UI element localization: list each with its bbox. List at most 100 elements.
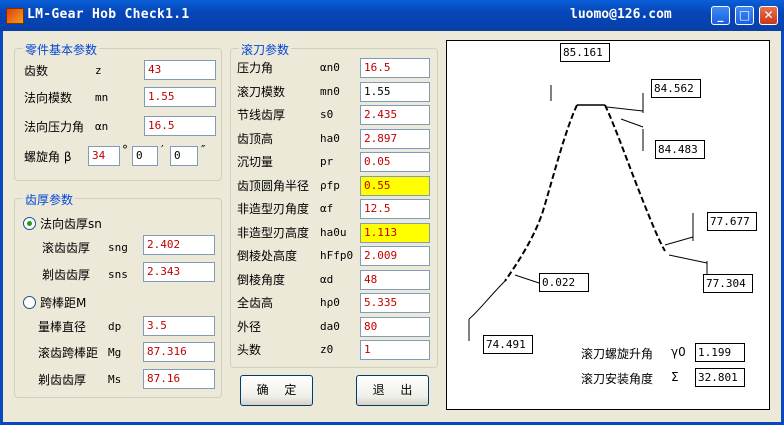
hob-param-symbol: ha0u: [320, 226, 347, 239]
hob-param-symbol: hρ0: [320, 296, 340, 309]
hob-param-input[interactable]: 2.897: [360, 129, 430, 149]
right-upper-value: 84.483: [655, 140, 705, 159]
helix-angle-label: 螺旋角 β: [24, 150, 72, 164]
hob-param-input[interactable]: 2.009: [360, 246, 430, 266]
title-bar: LM-Gear Hob Check1.1 luomo@126.com _ □ ✕: [0, 0, 784, 31]
hob-param-label: 沉切量: [237, 155, 274, 169]
normal-module-input[interactable]: 1.55: [144, 87, 216, 107]
hobbing-thickness-label: 滚齿齿厚: [42, 241, 91, 255]
group-title: 齿厚参数: [23, 191, 76, 208]
right-mid-upper-value: 77.677: [707, 212, 757, 231]
hobbing-thickness-input[interactable]: 2.402: [143, 235, 215, 255]
hobbing-pin-distance-input[interactable]: 87.316: [143, 342, 215, 362]
leader-left-gap: [514, 274, 540, 284]
ok-button[interactable]: 确 定: [240, 375, 313, 406]
close-icon: ✕: [763, 8, 774, 22]
hob-profile-diagram: 85.161 84.562 84.483 77.677 77.304 0.022…: [446, 40, 770, 410]
exit-button[interactable]: 退 出: [356, 375, 429, 406]
hob-param-input[interactable]: 16.5: [360, 58, 430, 78]
right-flank-line: [604, 104, 666, 252]
author-email: luomo@126.com: [570, 7, 672, 22]
hobbing-pin-distance-symbol: Mg: [108, 346, 122, 359]
shaving-pin-input[interactable]: 87.16: [143, 369, 215, 389]
setting-angle-symbol: Σ: [671, 370, 679, 384]
pin-diameter-input[interactable]: 3.5: [143, 316, 215, 336]
shaving-pin-symbol: Ms: [108, 373, 122, 386]
hob-param-symbol: mn0: [320, 85, 340, 98]
app-icon[interactable]: [6, 8, 24, 24]
lead-angle-value: 1.199: [695, 343, 745, 362]
mid-extension-a: [664, 236, 694, 246]
hob-param-label: 节线齿厚: [237, 108, 286, 122]
pin-distance-radio[interactable]: [23, 296, 36, 309]
left-root-line: [468, 280, 506, 320]
group-title: 滚刀参数: [239, 41, 292, 58]
teeth-symbol: z: [95, 64, 102, 77]
group-title: 零件基本参数: [23, 41, 100, 58]
hob-param-label: 齿顶圆角半径: [237, 179, 310, 193]
min-unit: ′: [161, 143, 164, 157]
left-flank-line: [504, 104, 578, 282]
hob-param-label: 滚刀模数: [237, 85, 286, 99]
teeth-label: 齿数: [24, 64, 49, 78]
helix-deg-input[interactable]: 34: [88, 146, 120, 166]
shaving-pin-label: 剃齿齿厚: [38, 373, 87, 387]
hob-param-label: 压力角: [237, 61, 274, 75]
shaving-thickness-input[interactable]: 2.343: [143, 262, 215, 282]
normal-thickness-label[interactable]: 法向齿厚sn: [40, 215, 102, 232]
minimize-button[interactable]: _: [711, 6, 730, 25]
hob-param-input[interactable]: 48: [360, 270, 430, 290]
setting-angle-label: 滚刀安装角度: [581, 372, 654, 386]
hob-param-symbol: da0: [320, 320, 340, 333]
hob-param-symbol: ρfp: [320, 179, 340, 192]
hob-param-input[interactable]: 80: [360, 317, 430, 337]
pressure-angle-input[interactable]: 16.5: [144, 116, 216, 136]
pressure-angle-label: 法向压力角: [24, 120, 85, 134]
pin-diameter-label: 量棒直径: [38, 320, 87, 334]
close-button[interactable]: ✕: [759, 6, 778, 25]
pin-diameter-symbol: dp: [108, 320, 122, 333]
hob-param-symbol: αd: [320, 273, 334, 286]
deg-unit: °: [122, 143, 128, 157]
maximize-button[interactable]: □: [735, 6, 754, 25]
hob-param-input[interactable]: 0.55: [360, 176, 430, 196]
normal-module-symbol: mn: [95, 91, 109, 104]
hob-param-input[interactable]: 5.335: [360, 293, 430, 313]
hob-param-label: 非造型刃角度: [237, 202, 310, 216]
hobbing-thickness-symbol: sng: [108, 241, 128, 254]
tip-right-value: 84.562: [651, 79, 701, 98]
radio-dot: [27, 221, 32, 226]
hob-param-symbol: pr: [320, 155, 334, 168]
hob-param-symbol: hFfp0: [320, 249, 354, 262]
normal-thickness-radio[interactable]: [23, 217, 36, 230]
hob-param-label: 外径: [237, 320, 262, 334]
right-upper-extension: [620, 118, 644, 128]
helix-min-input[interactable]: 0: [132, 146, 158, 166]
hob-param-input[interactable]: 0.05: [360, 152, 430, 172]
hob-param-symbol: z0: [320, 343, 334, 356]
hob-param-label: 全齿高: [237, 296, 274, 310]
setting-angle-value: 32.801: [695, 368, 745, 387]
hob-param-input[interactable]: 2.435: [360, 105, 430, 125]
pressure-angle-symbol: αn: [95, 120, 109, 133]
root-left-value: 74.491: [483, 335, 533, 354]
helix-sec-input[interactable]: 0: [170, 146, 198, 166]
hobbing-pin-distance-label: 滚齿跨棒距: [38, 346, 99, 360]
hob-param-symbol: αn0: [320, 61, 340, 74]
pin-distance-label[interactable]: 跨棒距M: [40, 294, 86, 311]
hob-param-input[interactable]: 1.113: [360, 223, 430, 243]
hob-param-symbol: αf: [320, 202, 334, 215]
left-gap-value: 0.022: [539, 273, 589, 292]
hob-param-label: 倒棱处高度: [237, 249, 298, 263]
maximize-icon: □: [738, 8, 751, 22]
hob-param-input[interactable]: 1: [360, 340, 430, 360]
hob-param-input[interactable]: 12.5: [360, 199, 430, 219]
hob-param-label: 非造型刃高度: [237, 226, 310, 240]
hob-param-input[interactable]: 1.55: [360, 82, 430, 102]
shaving-thickness-symbol: sns: [108, 268, 128, 281]
hob-param-label: 齿顶高: [237, 132, 274, 146]
lead-angle-label: 滚刀螺旋升角: [581, 347, 654, 361]
shaving-thickness-label: 剃齿齿厚: [42, 268, 91, 282]
tip-extension-right: [606, 106, 644, 112]
teeth-input[interactable]: 43: [144, 60, 216, 80]
